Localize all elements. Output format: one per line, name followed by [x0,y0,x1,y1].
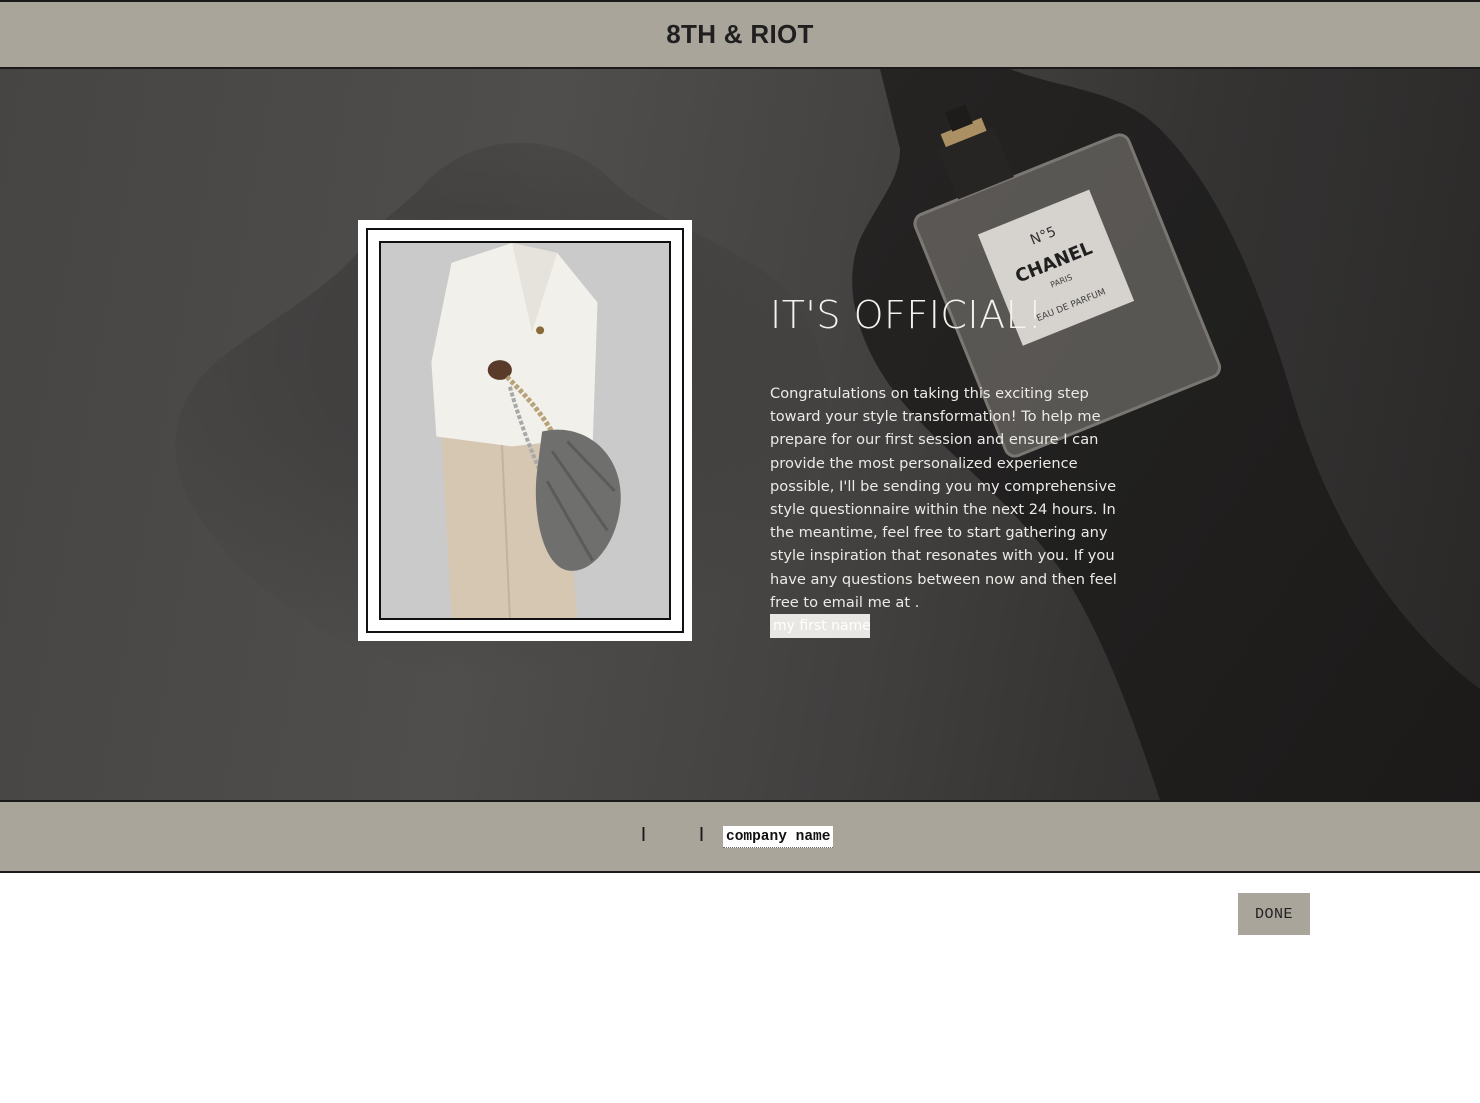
brand-title: 8TH & RIOT [666,19,814,49]
footer-separator: | [697,826,707,843]
hero-section: N°5 CHANEL PARIS EAU DE PARFUM IT'S OFFI… [0,69,1480,800]
first-name-field[interactable]: my first name [770,614,870,638]
site-footer: | | company name [0,800,1480,873]
hero-background-image: N°5 CHANEL PARIS EAU DE PARFUM [0,69,1480,800]
confirmation-message: Congratulations on taking this exciting … [770,385,1117,611]
done-button[interactable]: DONE [1238,893,1310,935]
fashion-photo [381,243,669,618]
page-title: IT'S OFFICIAL! [770,293,1044,337]
fashion-photo-frame [358,220,692,641]
company-name-field[interactable]: company name [723,826,834,848]
footer-separator: | [639,826,649,843]
site-header: 8TH & RIOT [0,0,1480,69]
